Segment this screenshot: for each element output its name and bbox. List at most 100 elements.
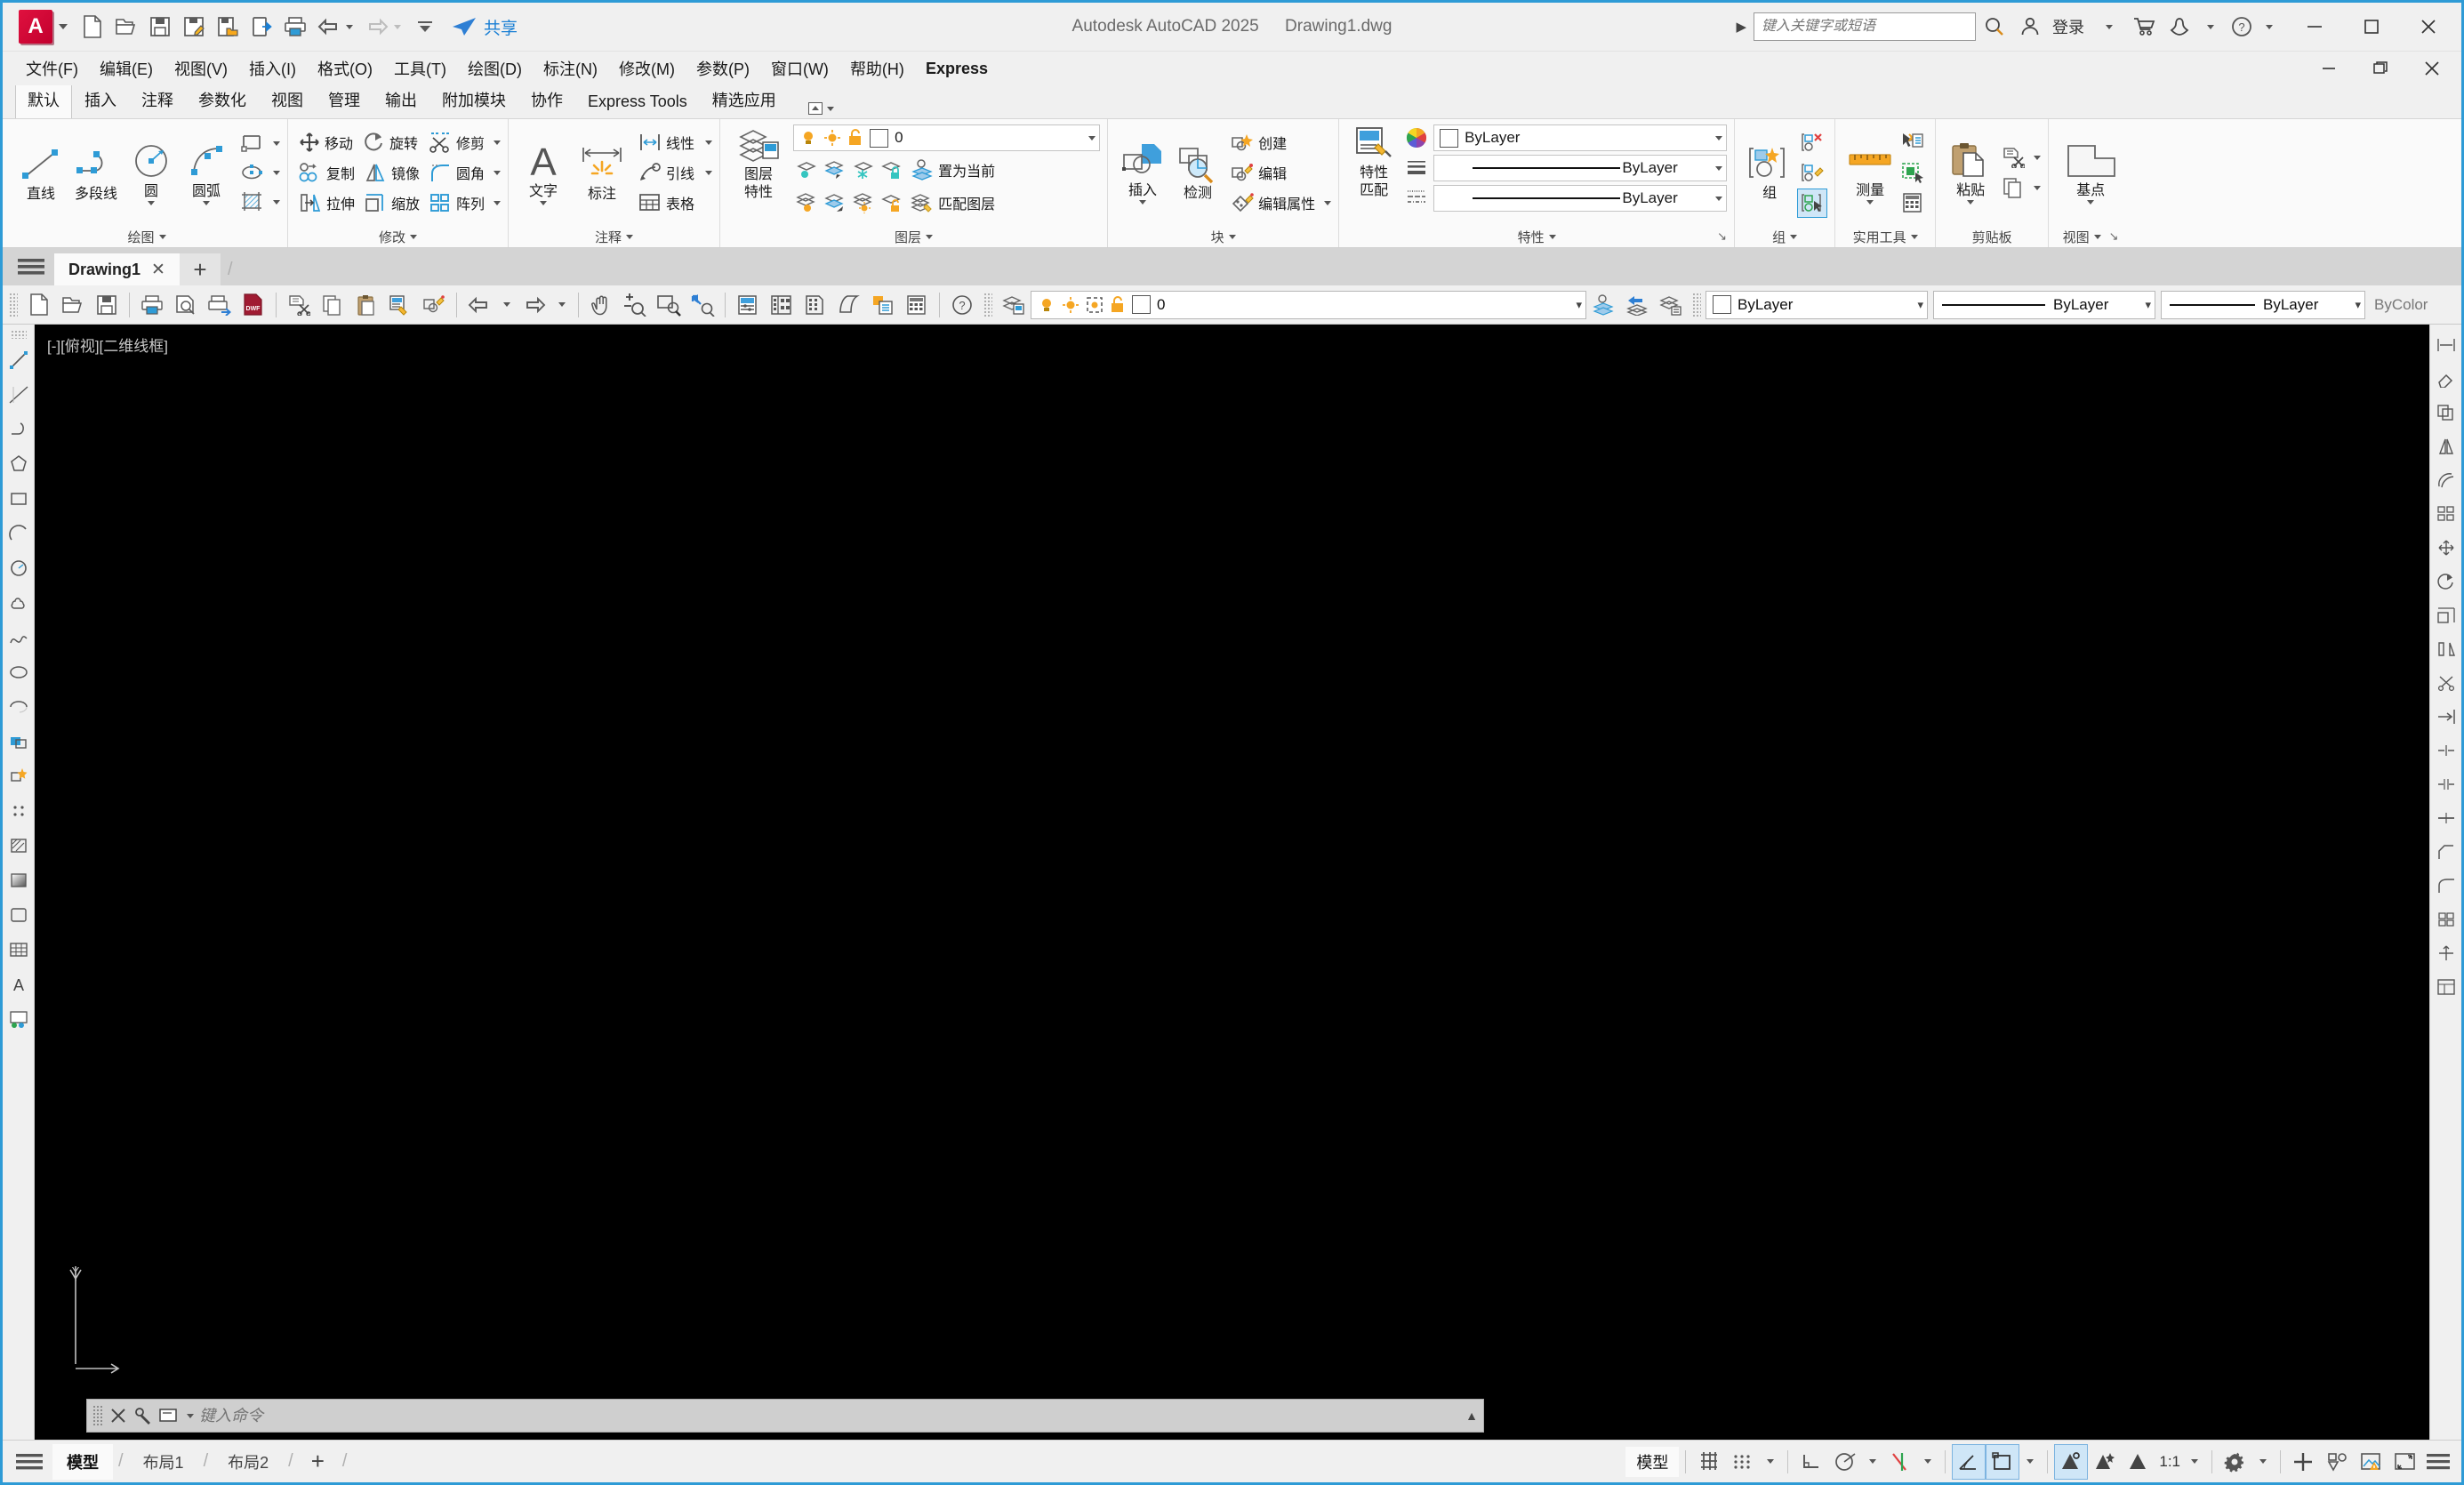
tool-revision-cloud-icon[interactable]	[4, 586, 33, 620]
layout-tab-layout1[interactable]: 布局1	[129, 1444, 198, 1480]
block-edit-attributes-button[interactable]: 编辑属性	[1227, 189, 1319, 218]
draw-arc-caret-icon[interactable]	[203, 200, 210, 205]
toolbar-linetype-chevron-icon[interactable]: ▾	[2348, 298, 2361, 312]
rectangle-caret-icon[interactable]	[273, 140, 280, 146]
menu-help[interactable]: 帮助(H)	[839, 52, 915, 84]
tool-dim-icon[interactable]	[2432, 328, 2460, 362]
draw-circle-button[interactable]: 圆	[124, 140, 179, 205]
object-color-caret-icon[interactable]	[1715, 135, 1723, 140]
help-icon[interactable]: ?	[2227, 12, 2257, 42]
paste-button[interactable]: 粘贴	[1943, 140, 1998, 205]
workspace-caret-icon[interactable]	[2259, 1459, 2267, 1464]
tool-fillet-object-icon[interactable]	[2432, 869, 2460, 903]
ungroup-icon[interactable]	[1797, 128, 1827, 157]
modify-rotate-button[interactable]: 旋转	[360, 128, 423, 157]
object-snap-button[interactable]	[1883, 1444, 1917, 1480]
signin-label[interactable]: 登录	[2052, 15, 2084, 38]
search-expand-icon[interactable]: ▶	[1736, 19, 1746, 35]
tool-join-icon[interactable]	[2432, 801, 2460, 835]
autodesk-account-icon[interactable]	[2164, 12, 2195, 42]
current-layer-combo[interactable]: 0	[793, 124, 1101, 151]
tool-scale-object-icon[interactable]	[2432, 598, 2460, 632]
new-document-tab-button[interactable]: +	[179, 253, 221, 285]
menu-format[interactable]: 格式(O)	[307, 52, 383, 84]
annotation-panel-title[interactable]: 注释	[510, 226, 718, 247]
tool-copy-object-icon[interactable]	[2432, 396, 2460, 429]
modify-panel-title[interactable]: 修改	[290, 226, 506, 247]
tool-stretch-object-icon[interactable]	[2432, 632, 2460, 666]
toolbar-open-icon[interactable]	[56, 288, 90, 322]
properties-panel-caret-icon[interactable]	[1548, 234, 1556, 239]
document-tab-close-icon[interactable]: ✕	[151, 260, 165, 280]
tool-extend-icon[interactable]	[2432, 700, 2460, 734]
new-file-icon[interactable]	[77, 12, 108, 42]
draw-panel-title[interactable]: 绘图	[8, 226, 285, 247]
toolbar-layer-combo[interactable]: 0 ▾	[1031, 290, 1586, 319]
modify-trim-button[interactable]: 修剪	[425, 128, 488, 157]
ribbon-minimize-caret-icon[interactable]	[826, 106, 834, 111]
layer-thaw-all-icon[interactable]	[850, 189, 877, 216]
modify-stretch-button[interactable]: 拉伸	[295, 189, 358, 218]
search-box[interactable]	[1754, 12, 1976, 41]
linetype-caret-icon[interactable]	[1715, 196, 1723, 201]
group-edit-icon[interactable]	[1797, 158, 1827, 188]
toolbar-color-chevron-icon[interactable]: ▾	[1910, 298, 1923, 312]
doc-tab-menu-icon[interactable]	[8, 248, 54, 285]
toolbar-sheet-set-icon[interactable]	[832, 288, 866, 322]
calculator-icon[interactable]	[1898, 189, 1928, 218]
toolbar-zoom-previous-icon[interactable]	[686, 288, 719, 322]
command-expand-icon[interactable]: ▲	[1465, 1409, 1478, 1423]
polar-tracking-button[interactable]	[1828, 1444, 1862, 1480]
toolbar-properties-palette-icon[interactable]	[731, 288, 765, 322]
block-insert-caret-icon[interactable]	[1139, 199, 1147, 205]
snap-caret-icon[interactable]	[1767, 1459, 1775, 1464]
qat-dropdown-icon[interactable]	[410, 12, 440, 42]
tool-ellipse-icon[interactable]	[4, 655, 33, 689]
modify-fillet-button[interactable]: 圆角	[425, 158, 488, 188]
tool-ellipse-arc-icon[interactable]	[4, 690, 33, 724]
toolbar-grip-3[interactable]	[1692, 292, 1701, 317]
autodesk-logo-icon[interactable]: A	[19, 10, 52, 44]
clipboard-panel-title[interactable]: 剪贴板	[1938, 226, 2046, 247]
groups-panel-caret-icon[interactable]	[1790, 234, 1798, 239]
toolbar-match-properties-icon[interactable]	[383, 288, 417, 322]
menu-window[interactable]: 窗口(W)	[760, 52, 839, 84]
ribbon-tab-express-tools[interactable]: Express Tools	[575, 85, 700, 118]
hatch-icon[interactable]	[237, 188, 268, 216]
annotation-scale-button[interactable]	[2122, 1444, 2155, 1480]
tool-line-icon[interactable]	[4, 343, 33, 377]
view-dialog-launcher-icon[interactable]: ↘	[2109, 229, 2119, 244]
ribbon-tab-parametric[interactable]: 参数化	[186, 81, 259, 118]
doc-restore-button[interactable]	[2355, 52, 2406, 84]
group-button[interactable]: 组	[1742, 143, 1797, 202]
toolbar-tool-palettes-icon[interactable]	[799, 288, 832, 322]
tool-circle-icon[interactable]	[4, 551, 33, 585]
tool-rectangle-icon[interactable]	[4, 482, 33, 516]
toolbar-plotstyle-value[interactable]: ByColor	[2365, 296, 2436, 314]
toolbar-markup-set-icon[interactable]	[866, 288, 900, 322]
toolbar-redo-caret-icon[interactable]	[558, 302, 566, 307]
modify-array-caret-icon[interactable]	[494, 200, 502, 205]
snap-mode-button[interactable]	[1726, 1444, 1760, 1480]
ribbon-tab-manage[interactable]: 管理	[316, 81, 373, 118]
block-edit-attributes-caret-icon[interactable]	[1324, 200, 1332, 205]
tool-break-at-point-icon[interactable]	[2432, 734, 2460, 767]
ribbon-tab-collaborate[interactable]: 协作	[518, 81, 575, 118]
group-selection-toggle-icon[interactable]	[1797, 188, 1828, 218]
undo-caret-icon[interactable]	[346, 24, 353, 29]
polar-caret-icon[interactable]	[1869, 1459, 1877, 1464]
annotation-linear-caret-icon[interactable]	[705, 140, 713, 145]
toolbar-layer-previous-icon[interactable]	[1620, 288, 1654, 322]
ortho-mode-button[interactable]	[1794, 1444, 1828, 1480]
modify-mirror-button[interactable]: 镜像	[360, 158, 423, 188]
transparency-caret-icon[interactable]	[2027, 1459, 2035, 1464]
hatch-caret-icon[interactable]	[273, 199, 280, 205]
tool-make-block-icon[interactable]	[4, 759, 33, 793]
annotation-visibility-button[interactable]	[2088, 1444, 2122, 1480]
save-icon[interactable]	[145, 12, 175, 42]
quick-calc-select-icon[interactable]	[1898, 158, 1928, 188]
selection-cycling-button[interactable]	[2054, 1443, 2089, 1480]
measure-caret-icon[interactable]	[1866, 199, 1874, 205]
rectangle-icon[interactable]	[237, 129, 268, 157]
menu-edit[interactable]: 编辑(E)	[89, 52, 164, 84]
